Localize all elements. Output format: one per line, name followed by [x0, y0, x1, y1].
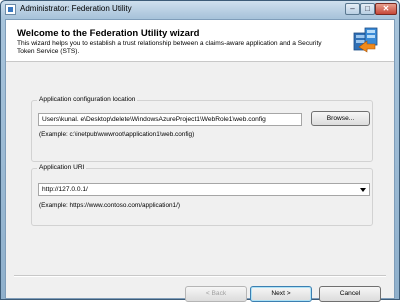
browse-button-label: Browse... [326, 115, 355, 122]
footer-separator [14, 275, 386, 277]
config-location-group: Application configuration location Users… [31, 96, 373, 162]
app-icon [5, 4, 16, 15]
wizard-description: This wizard helps you to establish a tru… [17, 40, 322, 55]
application-uri-group: Application URI http://127.0.0.1/ (Examp… [31, 164, 373, 226]
config-location-example: (Example: c:\inetpub\wwwroot\application… [39, 131, 195, 138]
maximize-button[interactable]: □ [360, 3, 375, 15]
minimize-button[interactable]: – [345, 3, 360, 15]
config-location-input[interactable]: Users\kunal. e\Desktop\delete\WindowsAzu… [38, 113, 302, 126]
close-button[interactable]: ✕ [375, 3, 397, 15]
config-location-label: Application configuration location [37, 96, 138, 103]
wizard-header: Welcome to the Federation Utility wizard… [6, 20, 394, 62]
wizard-client-area: Welcome to the Federation Utility wizard… [5, 19, 395, 302]
application-uri-example: (Example: https://www.contoso.com/applic… [39, 202, 181, 209]
federation-wizard-icon [353, 27, 378, 53]
window-title: Administrator: Federation Utility [20, 4, 132, 13]
application-uri-combobox[interactable]: http://127.0.0.1/ [38, 183, 370, 196]
federation-utility-window: Administrator: Federation Utility – □ ✕ … [0, 0, 400, 302]
chevron-down-icon[interactable] [360, 188, 366, 192]
wizard-title: Welcome to the Federation Utility wizard [17, 28, 200, 39]
browse-button[interactable]: Browse... [311, 111, 370, 126]
application-uri-value: http://127.0.0.1/ [42, 186, 88, 193]
application-uri-label: Application URI [37, 164, 87, 171]
title-bar: Administrator: Federation Utility – □ ✕ [1, 1, 399, 18]
